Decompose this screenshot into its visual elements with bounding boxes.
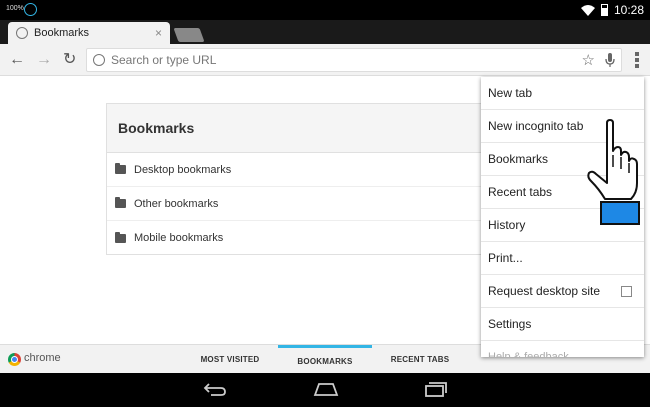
brand-label: chrome — [24, 352, 61, 364]
status-bar: 100% 10:28 — [0, 0, 650, 20]
status-icons: 10:28 — [580, 3, 644, 17]
menu-item-settings[interactable]: Settings — [481, 308, 644, 341]
battery-percent: 100% — [6, 5, 24, 12]
tab-recent-tabs[interactable]: RECENT TABS — [373, 345, 467, 374]
tab-title: Bookmarks — [34, 27, 90, 39]
system-nav-bar — [0, 373, 650, 407]
bookmarks-card: Bookmarks Desktop bookmarks Other bookma… — [106, 103, 506, 255]
globe-icon — [16, 27, 28, 39]
home-icon[interactable] — [313, 381, 339, 397]
list-item[interactable]: Other bookmarks — [107, 187, 505, 221]
microphone-icon[interactable] — [605, 53, 615, 67]
reload-icon[interactable]: ↻ — [63, 51, 76, 69]
folder-icon — [115, 197, 126, 208]
folder-label: Other bookmarks — [134, 197, 219, 210]
folder-icon — [115, 163, 126, 174]
folder-label: Mobile bookmarks — [134, 232, 224, 244]
tab-bookmarks-bottom[interactable]: BOOKMARKS — [278, 345, 372, 374]
chrome-logo-icon — [8, 353, 21, 366]
back-icon[interactable] — [203, 381, 227, 397]
search-input[interactable] — [111, 53, 572, 67]
desktop-site-checkbox[interactable] — [621, 286, 632, 297]
menu-item-request-desktop-site[interactable]: Request desktop site — [481, 275, 644, 308]
notification-icon — [24, 3, 37, 16]
tab-bookmarks[interactable]: Bookmarks × — [8, 22, 170, 44]
bookmarks-heading: Bookmarks — [107, 104, 505, 153]
folder-icon — [115, 231, 126, 243]
toolbar: ← → ↻ ☆ — [0, 44, 650, 76]
menu-item-new-tab[interactable]: New tab — [481, 77, 644, 110]
list-item[interactable]: Desktop bookmarks — [107, 153, 505, 187]
overflow-menu-icon[interactable] — [634, 52, 640, 68]
star-icon[interactable]: ☆ — [582, 51, 595, 69]
folder-label: Desktop bookmarks — [134, 163, 232, 176]
globe-icon — [93, 54, 105, 66]
menu-item-help-feedback[interactable]: Help & feedback — [481, 341, 644, 357]
recents-icon[interactable] — [424, 381, 448, 397]
tab-strip: Bookmarks × — [0, 20, 650, 44]
battery-icon — [600, 4, 608, 16]
omnibox[interactable]: ☆ — [86, 48, 622, 72]
new-tab-button[interactable] — [173, 28, 205, 42]
back-arrow-icon[interactable]: ← — [9, 51, 25, 69]
clock: 10:28 — [613, 3, 644, 17]
tab-most-visited[interactable]: MOST VISITED — [184, 345, 276, 374]
forward-arrow-icon[interactable]: → — [36, 51, 52, 69]
pointing-hand-icon — [587, 119, 640, 225]
list-item[interactable]: Mobile bookmarks — [107, 221, 505, 255]
close-icon[interactable]: × — [155, 26, 162, 40]
menu-item-print[interactable]: Print... — [481, 242, 644, 275]
menu-item-label: Request desktop site — [488, 284, 601, 298]
wifi-icon — [580, 4, 595, 16]
